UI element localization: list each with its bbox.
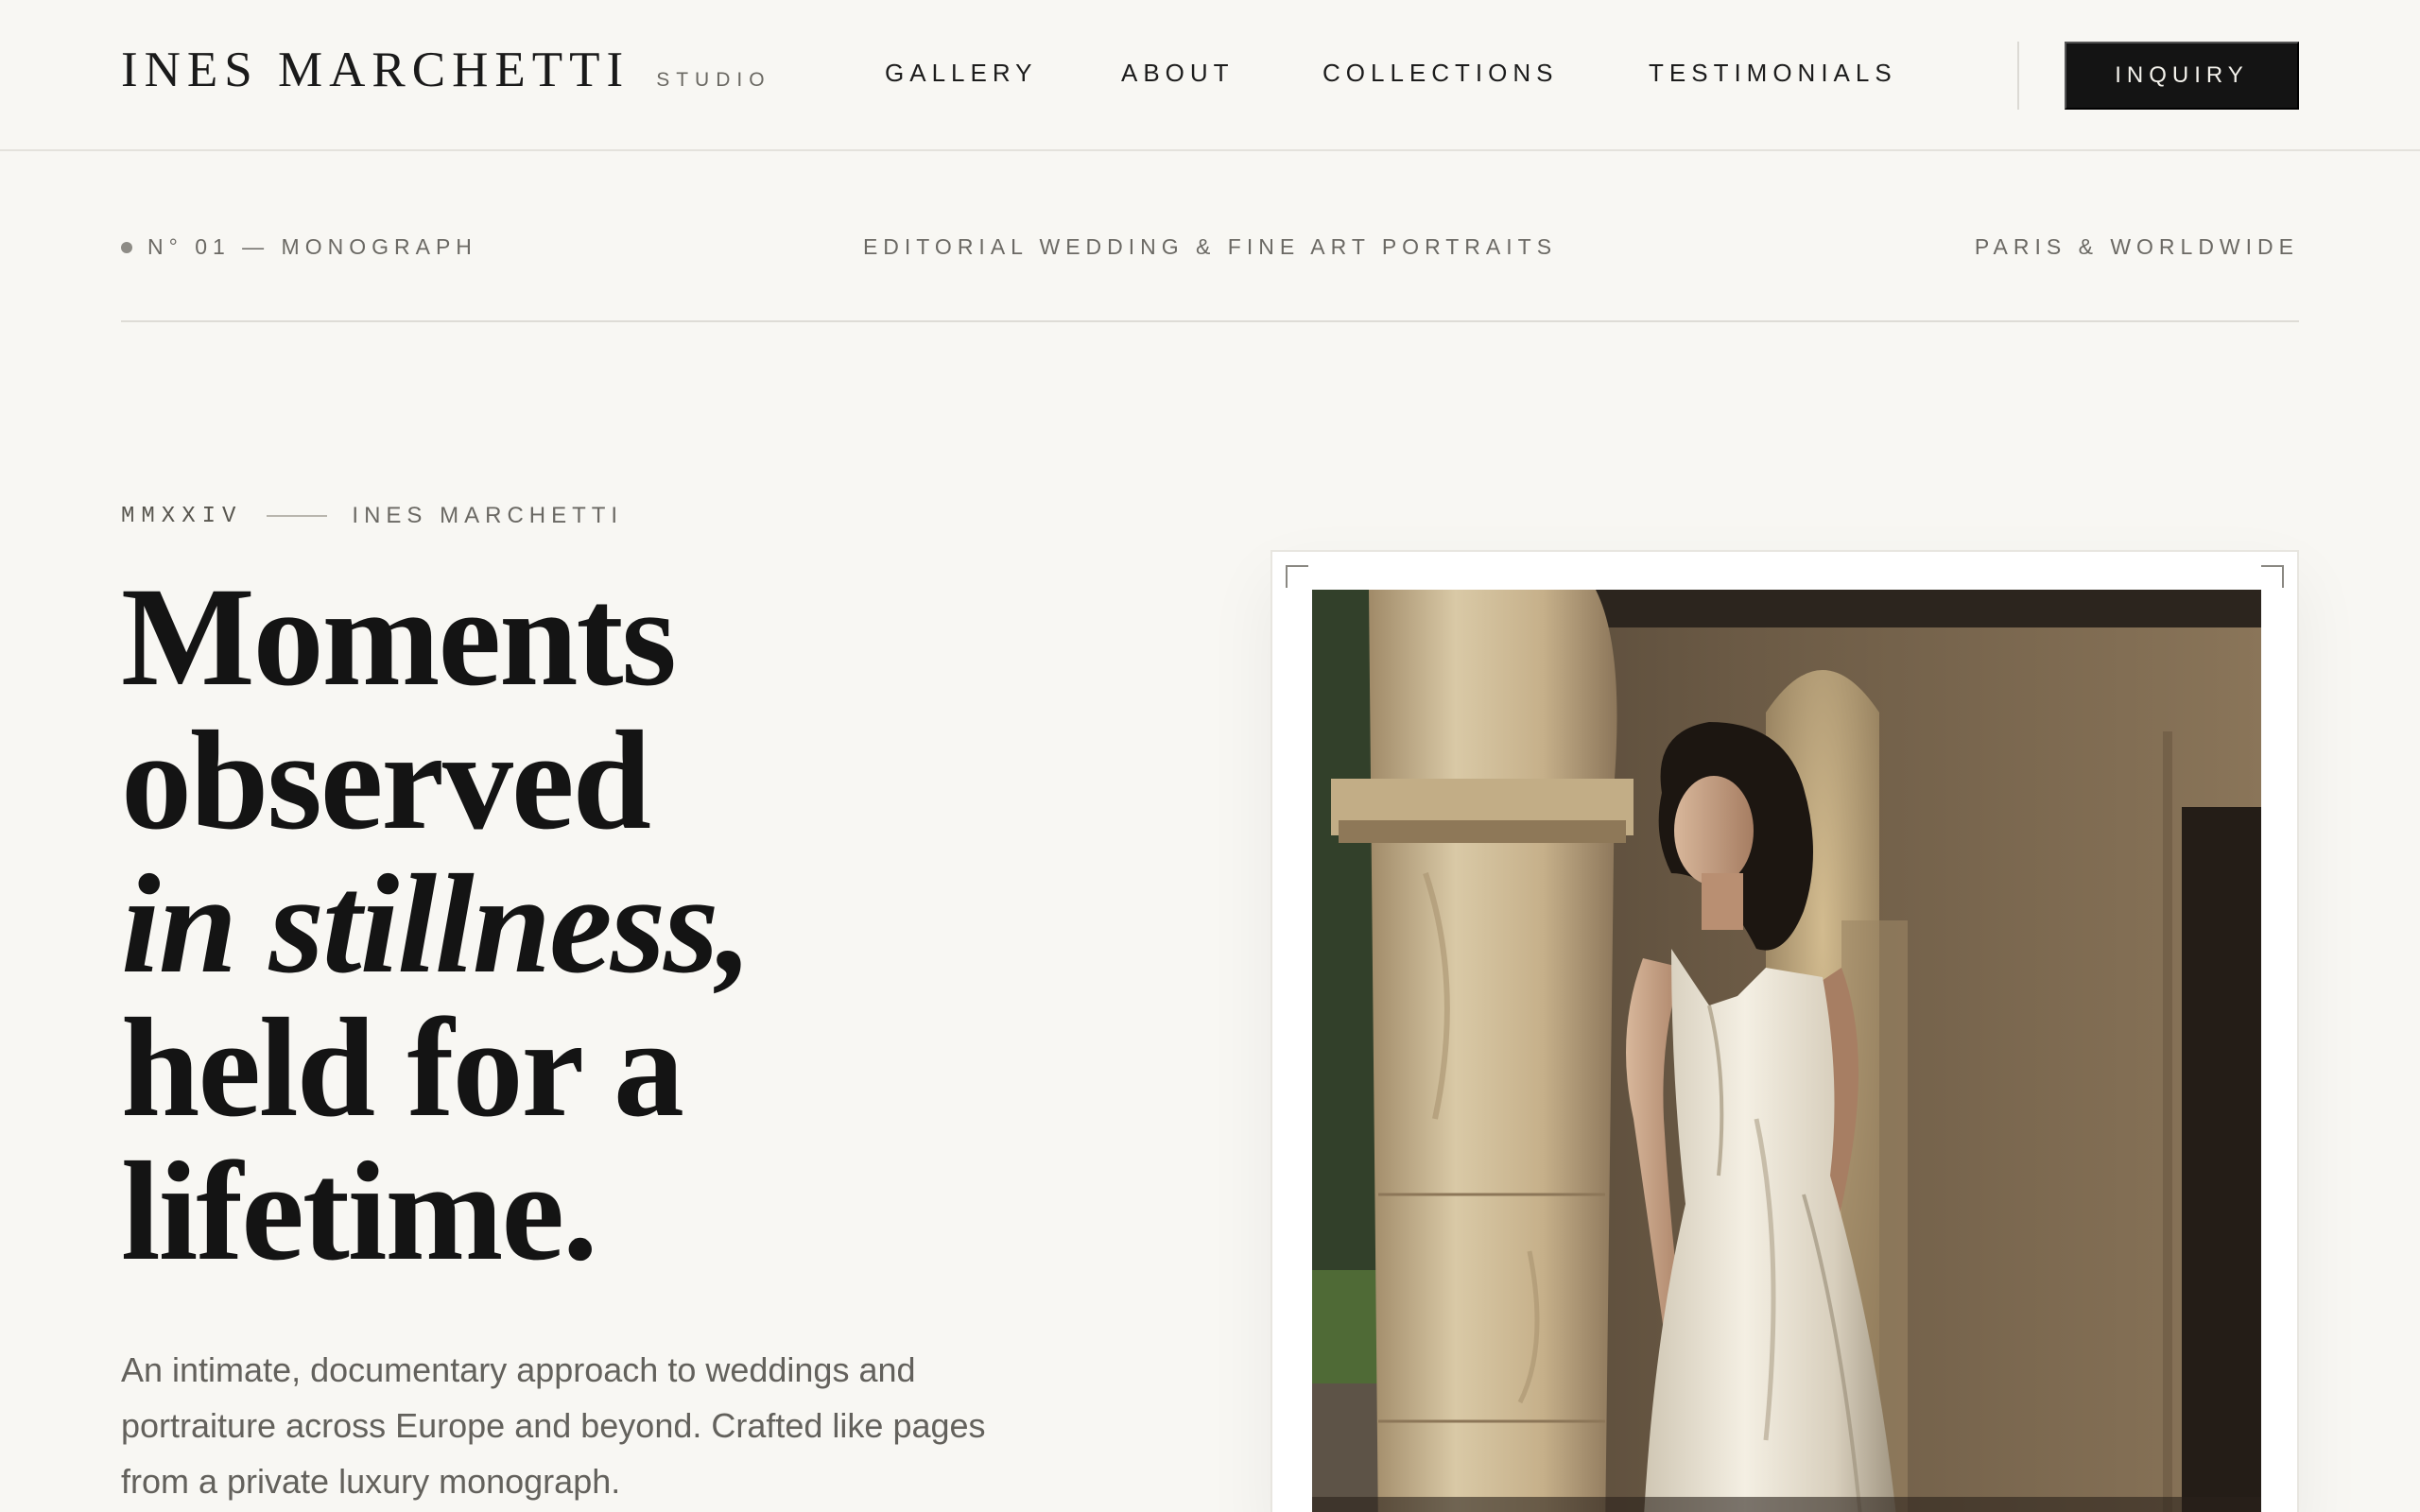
- nav-collections[interactable]: COLLECTIONS: [1322, 59, 1559, 88]
- hero-byline: INES MARCHETTI: [352, 503, 624, 528]
- nav-testimonials[interactable]: TESTIMONIALS: [1649, 59, 1897, 88]
- headline-line-1: Moments: [121, 558, 677, 715]
- headline-line-4: held for a: [121, 989, 684, 1146]
- meta-divider: [121, 320, 2299, 322]
- hero-eyebrow: MMXXIV INES MARCHETTI: [121, 503, 623, 529]
- hero-year: MMXXIV: [121, 503, 243, 529]
- bride-photo-illustration: [1312, 590, 2261, 1512]
- headline-line-2: observed: [121, 702, 651, 859]
- corner-mark-icon: [2261, 565, 2284, 588]
- hero-intro: An intimate, documentary approach to wed…: [121, 1350, 986, 1501]
- headline-line-5: lifetime.: [121, 1133, 598, 1290]
- eyebrow-rule: [267, 515, 328, 517]
- headline-line-3: in stillness,: [121, 846, 752, 1003]
- location-label: PARIS & WORLDWIDE: [1974, 234, 2299, 259]
- main-nav: GALLERY ABOUT COLLECTIONS TESTIMONIALS: [0, 59, 2420, 93]
- hero-photo[interactable]: [1312, 590, 2261, 1512]
- photo-frame: [1270, 550, 2299, 1512]
- corner-mark-icon: [1286, 565, 1308, 588]
- inquiry-button[interactable]: INQUIRY: [2065, 42, 2299, 110]
- hero-headline: Moments observed in stillness, held for …: [121, 565, 1066, 1283]
- nav-gallery[interactable]: GALLERY: [885, 59, 1037, 88]
- nav-about[interactable]: ABOUT: [1121, 59, 1235, 88]
- meta-strip: N° 01 — MONOGRAPH EDITORIAL WEDDING & FI…: [121, 234, 2299, 272]
- nav-divider: [2017, 42, 2019, 110]
- site-header: INES MARCHETTI STUDIO GALLERY ABOUT COLL…: [0, 0, 2420, 151]
- services-tagline: EDITORIAL WEDDING & FINE ART PORTRAITS: [862, 234, 1558, 259]
